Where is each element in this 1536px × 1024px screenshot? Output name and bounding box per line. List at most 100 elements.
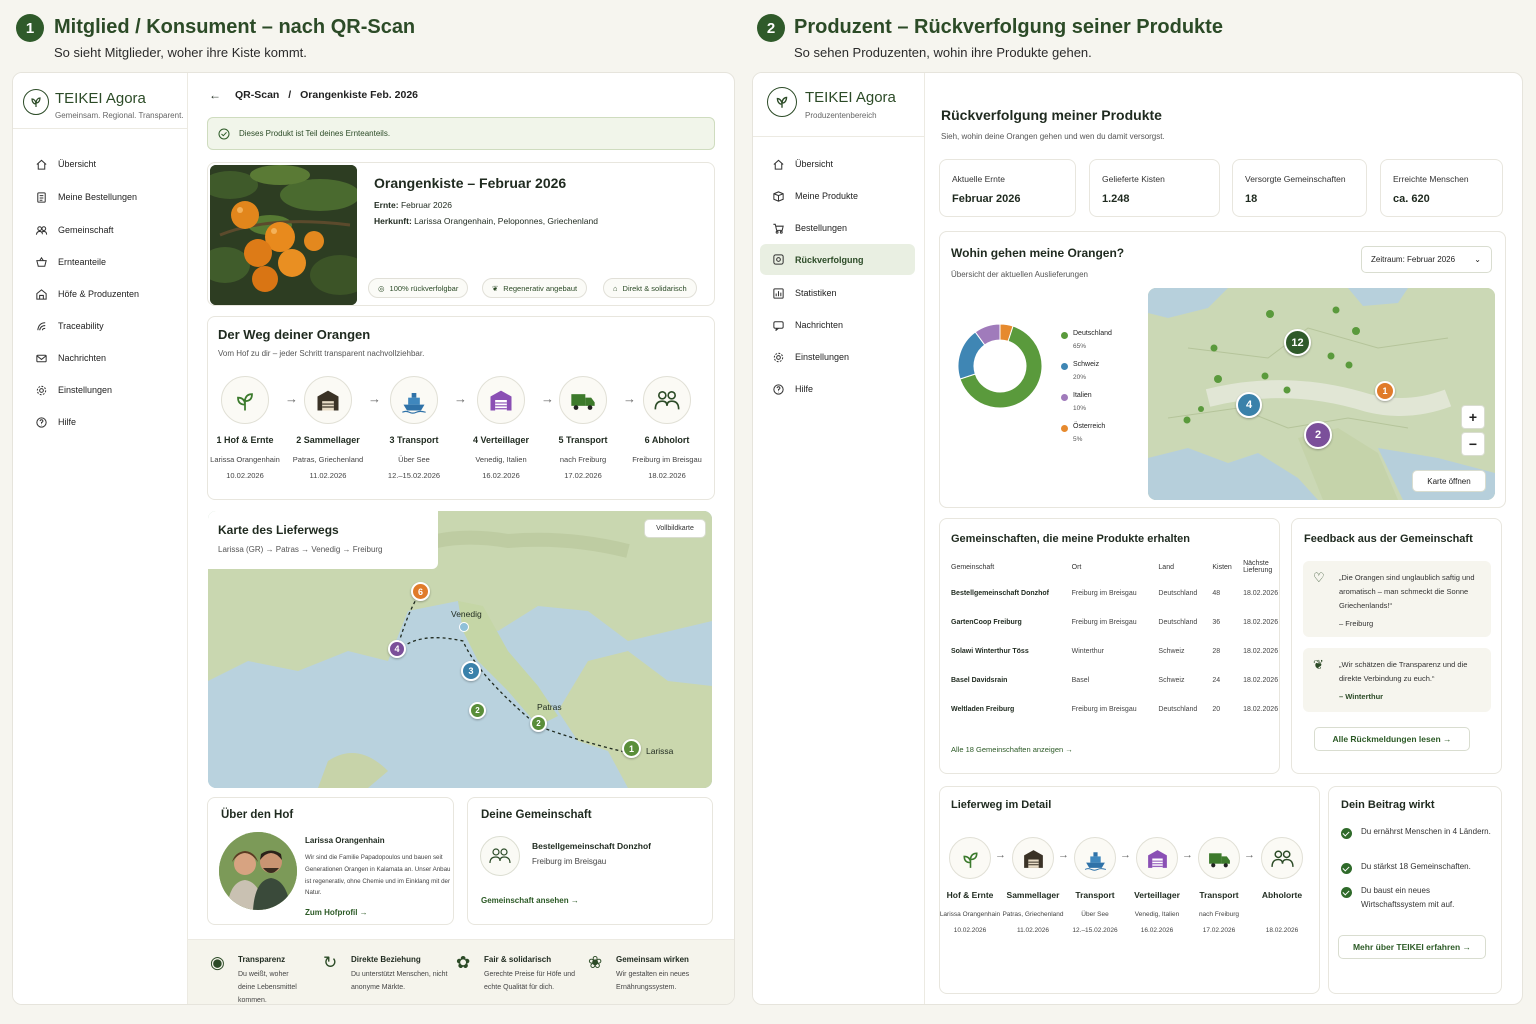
table-row[interactable]: Bestellgemeinschaft Donzhof Freiburg im B…: [951, 579, 1279, 608]
nav-item-2[interactable]: Bestellungen: [760, 215, 915, 241]
route-step-circle[interactable]: [643, 376, 691, 424]
step-title: Abholorte: [1261, 890, 1303, 900]
plant-icon: [237, 393, 253, 411]
impact-item: Du baust ein neues Wirtschaftssystem mit…: [1361, 886, 1455, 909]
nav-item-6[interactable]: Nachrichten: [23, 345, 118, 371]
step-title: 4 Verteillager: [472, 435, 530, 445]
distribution-map[interactable]: 12 4 2 1 + − Karte öffnen: [1148, 288, 1495, 500]
legend-value: 20%: [1073, 374, 1087, 381]
farm-icon: [36, 288, 47, 300]
stat-card: Versorgte Gemeinschaften 18: [1232, 159, 1367, 217]
nav-item-7[interactable]: Einstellungen: [23, 377, 124, 403]
nav-label: Rückverfolgung: [795, 254, 864, 265]
route-step-circle[interactable]: [949, 837, 991, 879]
nav-item-5[interactable]: Traceability: [23, 313, 116, 339]
map-marker-2a[interactable]: 2: [469, 702, 486, 719]
nav-label: Nachrichten: [795, 320, 844, 330]
route-step-circle[interactable]: [1074, 837, 1116, 879]
section-number: 2: [757, 14, 785, 42]
feedback-quote: „Wir schätzen die Transparenz und die di…: [1339, 660, 1468, 683]
map-cluster-1[interactable]: 1: [1375, 381, 1395, 401]
value-item: Fair & solidarisch Gerechte Preise für Hö…: [484, 955, 584, 994]
map-cluster-2[interactable]: 2: [1304, 421, 1332, 449]
step-title: 3 Transport: [389, 435, 439, 445]
farm-profile-link[interactable]: Zum Hofprofil →: [305, 908, 368, 917]
breadcrumb-qr-scan[interactable]: QR-Scan: [235, 89, 279, 101]
route-step-circle[interactable]: [1136, 837, 1178, 879]
step-date: 12.–15.02.2026: [387, 471, 441, 480]
nav-item-8[interactable]: Hilfe: [23, 409, 88, 435]
route-step: 2 Sammellager Patras, Griechenland 11.02.2…: [283, 435, 373, 484]
route-step-circle[interactable]: [559, 376, 607, 424]
arrow-right-icon: →: [995, 849, 1006, 861]
distribution-subtitle: Übersicht der aktuellen Auslieferungen: [951, 270, 1088, 279]
sidebar: TEIKEI Agora Gemeinsam. Regional. Transp…: [13, 73, 188, 1004]
period-select[interactable]: Zeitraum: Februar 2026 ⌄: [1361, 246, 1492, 273]
route-map[interactable]: Karte des Lieferwegs Larissa (GR) → Patr…: [208, 511, 712, 788]
table-row[interactable]: Basel Davidsrain Basel Schweiz 24 18.02.2026: [951, 666, 1279, 695]
nav-label: Statistiken: [795, 288, 837, 298]
zoom-in-button[interactable]: +: [1461, 405, 1485, 429]
farm-description: Wir sind die Familie Papadopoulos und ba…: [305, 854, 451, 897]
people-icon: [654, 391, 680, 410]
route-step: 5 Transport nach Freiburg 17.02.2026: [538, 435, 628, 484]
map-cluster-12[interactable]: 12: [1284, 329, 1311, 356]
stat-card: Gelieferte Kisten 1.248: [1089, 159, 1220, 217]
pill-traceable: ◎ 100% rückverfolgbar: [368, 278, 469, 298]
nav-item-0[interactable]: Übersicht: [760, 151, 915, 177]
table-cell: Bestellgemeinschaft Donzhof: [951, 590, 1050, 597]
table-cell: Weltladen Freiburg: [951, 706, 1015, 713]
nav-item-7[interactable]: Hilfe: [760, 376, 915, 402]
legend-swatch: [1061, 394, 1068, 401]
nav-item-6[interactable]: Einstellungen: [760, 344, 915, 370]
route-step-circle[interactable]: [390, 376, 438, 424]
route-step-circle[interactable]: [1198, 837, 1240, 879]
step-date: 16.02.2026: [482, 471, 520, 480]
nav-item-3[interactable]: Rückverfolgung: [760, 244, 915, 275]
map-marker-3[interactable]: 3: [461, 661, 481, 681]
page-title: Rückverfolgung meiner Produkte: [941, 107, 1162, 123]
table-row[interactable]: Solawi Winterthur Töss Winterthur Schweiz 2…: [951, 637, 1279, 666]
table-row[interactable]: GartenCoop Freiburg Freiburg im Breisgau D…: [951, 608, 1279, 637]
section-subtitle: So sehen Produzenten, wohin ihre Produkt…: [794, 45, 1092, 60]
map-marker-6[interactable]: 6: [411, 582, 430, 601]
map-marker-2b[interactable]: 2: [530, 715, 547, 732]
open-map-button[interactable]: Karte öffnen: [1412, 470, 1486, 492]
messages-icon: [773, 320, 784, 331]
route-step-circle[interactable]: [304, 376, 352, 424]
route-step-circle[interactable]: [1261, 837, 1303, 879]
nav-item-2[interactable]: Gemeinschaft: [23, 217, 126, 243]
all-feedback-button[interactable]: Alle Rückmeldungen lesen →: [1314, 727, 1470, 751]
nav-item-0[interactable]: Übersicht: [23, 151, 108, 177]
nav-item-1[interactable]: Meine Bestellungen: [23, 184, 149, 210]
back-arrow-icon[interactable]: ←: [209, 88, 221, 102]
banner-text: Dieses Produkt ist Teil deines Ernteante…: [239, 129, 391, 138]
nav-item-4[interactable]: Statistiken: [760, 280, 915, 306]
route-step-circle[interactable]: [221, 376, 269, 424]
map-cluster-4[interactable]: 4: [1236, 392, 1262, 418]
pill-label: 100% rückverfolgbar: [389, 283, 459, 293]
route-step-circle[interactable]: [477, 376, 525, 424]
ship-icon: [1084, 851, 1106, 871]
fullscreen-map-button[interactable]: Vollbildkarte: [644, 519, 706, 538]
table-cell: Basel Davidsrain: [951, 677, 1008, 684]
value-description: Wir gestalten ein neues Ernährungssystem…: [616, 971, 690, 991]
stat-value: ca. 620: [1393, 193, 1430, 205]
map-marker-1[interactable]: 1: [622, 739, 641, 758]
all-communities-link[interactable]: Alle 18 Gemeinschaften anzeigen →: [951, 745, 1073, 754]
map-marker-4[interactable]: 4: [388, 640, 406, 658]
community-link[interactable]: Gemeinschaft ansehen →: [481, 896, 579, 905]
nav-item-5[interactable]: Nachrichten: [760, 312, 915, 338]
zoom-out-button[interactable]: −: [1461, 432, 1485, 456]
nav-item-1[interactable]: Meine Produkte: [760, 183, 915, 209]
nav-item-4[interactable]: Höfe & Produzenten: [23, 281, 151, 307]
farm-title: Über den Hof: [221, 809, 294, 821]
map-subtitle: Larissa (GR) → Patras → Venedig → Freibu…: [218, 545, 383, 554]
distribution-warehouse-icon: [1147, 849, 1167, 868]
logo-name: TEIKEI Agora: [55, 90, 146, 107]
learn-more-button[interactable]: Mehr über TEIKEI erfahren →: [1338, 935, 1486, 959]
route-step-circle[interactable]: [1012, 837, 1054, 879]
nav-item-3[interactable]: Ernteanteile: [23, 249, 118, 275]
map-dot: [459, 622, 469, 632]
table-row[interactable]: Weltladen Freiburg Freiburg im Breisgau De…: [951, 695, 1279, 724]
